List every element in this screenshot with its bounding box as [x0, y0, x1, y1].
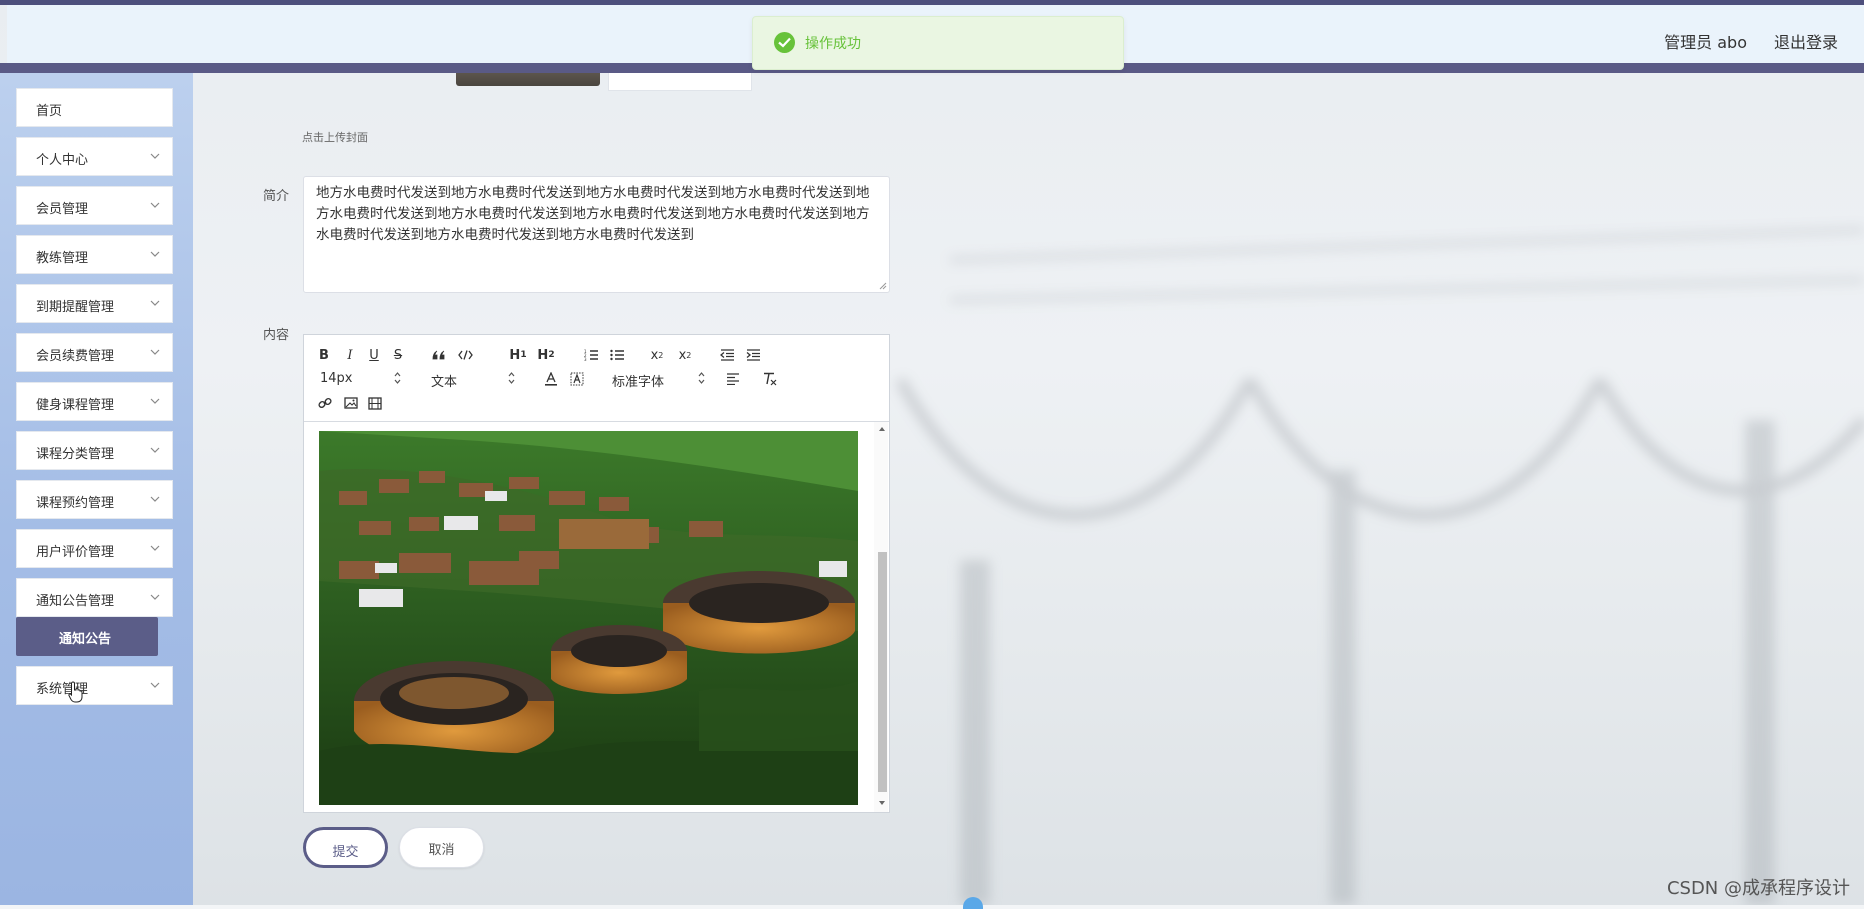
- sidebar-item-label: 个人中心: [36, 153, 89, 168]
- sidebar-subitem-label: 通知公告: [59, 632, 112, 647]
- chevron-down-icon: [150, 447, 160, 453]
- scroll-up-arrow-icon[interactable]: [878, 426, 886, 432]
- tulou-landscape-image: [319, 431, 858, 805]
- scroll-down-arrow-icon[interactable]: [878, 800, 886, 806]
- chevron-down-icon: [150, 545, 160, 551]
- code-block-icon[interactable]: [456, 347, 474, 363]
- superscript-icon[interactable]: x2: [676, 347, 694, 363]
- font-size-value: 14px: [320, 371, 353, 386]
- outdent-icon[interactable]: [718, 347, 736, 363]
- sidebar-item-label: 课程预约管理: [36, 496, 115, 511]
- sidebar-item-label: 首页: [36, 104, 63, 119]
- underline-icon[interactable]: U: [366, 347, 382, 363]
- sidebar-item-label: 会员续费管理: [36, 349, 115, 364]
- submit-button-label: 提交: [332, 845, 359, 860]
- sidebar-item-notices[interactable]: 通知公告管理: [16, 578, 173, 617]
- sidebar-item-renewals[interactable]: 会员续费管理: [16, 333, 173, 372]
- sidebar-item-course-categories[interactable]: 课程分类管理: [16, 431, 173, 470]
- bullet-list-icon[interactable]: [608, 347, 626, 363]
- bold-icon[interactable]: B: [316, 347, 332, 363]
- toast-message: 操作成功: [805, 36, 861, 52]
- sidebar-item-expiry-reminders[interactable]: 到期提醒管理: [16, 284, 173, 323]
- align-icon[interactable]: [724, 371, 742, 387]
- sidebar-item-label: 到期提醒管理: [36, 300, 115, 315]
- chevron-down-icon: [150, 300, 160, 306]
- background-color-icon[interactable]: [568, 371, 586, 387]
- success-toast: 操作成功: [752, 16, 1124, 70]
- fence-background-art: [895, 228, 1864, 905]
- cancel-button-label: 取消: [428, 843, 455, 858]
- editor-content-area[interactable]: [304, 422, 889, 812]
- editor-scrollbar-thumb[interactable]: [878, 552, 887, 792]
- sidebar-subitem-notice[interactable]: 通知公告: [16, 617, 158, 656]
- sidebar-item-label: 教练管理: [36, 251, 89, 266]
- sidebar-item-bookings[interactable]: 课程预约管理: [16, 480, 173, 519]
- chevron-down-icon: [150, 251, 160, 257]
- sidebar-item-profile[interactable]: 个人中心: [16, 137, 173, 176]
- summary-text: 地方水电费时代发送到地方水电费时代发送到地方水电费时代发送到地方水电费时代发送到…: [316, 185, 870, 243]
- italic-icon[interactable]: I: [342, 347, 358, 363]
- user-label: 管理员 abo: [1664, 33, 1747, 52]
- text-color-icon[interactable]: [542, 371, 560, 387]
- h1-icon[interactable]: H1: [508, 347, 528, 363]
- chevron-down-icon: [150, 153, 160, 159]
- resize-grip-icon[interactable]: [879, 282, 887, 290]
- header-picker-value: 文本: [431, 375, 458, 390]
- chevron-down-icon: [150, 496, 160, 502]
- sidebar-item-coaches[interactable]: 教练管理: [16, 235, 173, 274]
- cancel-button[interactable]: 取消: [399, 827, 484, 868]
- chevron-down-icon: [150, 202, 160, 208]
- sidebar-item-reviews[interactable]: 用户评价管理: [16, 529, 173, 568]
- summary-textarea[interactable]: 地方水电费时代发送到地方水电费时代发送到地方水电费时代发送到地方水电费时代发送到…: [303, 176, 890, 293]
- ordered-list-icon[interactable]: 123: [582, 347, 600, 363]
- hand-cursor-icon: [68, 681, 83, 703]
- background-scenery: [0, 0, 1864, 905]
- sidebar-item-label: 课程分类管理: [36, 447, 115, 462]
- cover-image-preview[interactable]: [456, 73, 600, 86]
- sidebar-item-system[interactable]: 系统管理: [16, 666, 173, 705]
- strike-icon[interactable]: S: [390, 347, 406, 363]
- svg-text:3: 3: [584, 357, 587, 361]
- up-down-arrow-icon: [394, 372, 401, 384]
- subscript-icon[interactable]: x2: [648, 347, 666, 363]
- sidebar-item-label: 健身课程管理: [36, 398, 115, 413]
- indent-icon[interactable]: [744, 347, 762, 363]
- logout-button[interactable]: 退出登录: [1774, 29, 1838, 53]
- chevron-down-icon: [150, 349, 160, 355]
- sidebar-item-members[interactable]: 会员管理: [16, 186, 173, 225]
- link-icon[interactable]: [316, 395, 334, 411]
- chevron-down-icon: [150, 398, 160, 404]
- sidebar-item-label: 会员管理: [36, 202, 89, 217]
- watermark-text: CSDN @成承程序设计: [1666, 878, 1850, 899]
- landscape-illustration: [319, 431, 858, 805]
- sidebar-item-label: 通知公告管理: [36, 594, 115, 609]
- chevron-down-icon: [150, 682, 160, 688]
- header-picker[interactable]: 文本: [431, 371, 515, 390]
- sidebar-item-label: 用户评价管理: [36, 545, 115, 560]
- cover-upload-box[interactable]: [608, 73, 752, 91]
- up-down-arrow-icon: [508, 372, 515, 384]
- sidebar-item-home[interactable]: 首页: [16, 88, 173, 127]
- chevron-down-icon: [150, 594, 160, 600]
- sidebar-item-courses[interactable]: 健身课程管理: [16, 382, 173, 421]
- font-family-picker[interactable]: 标准字体: [612, 371, 705, 390]
- font-family-value: 标准字体: [612, 375, 665, 390]
- content-label: 内容: [263, 328, 290, 343]
- video-icon[interactable]: [366, 395, 384, 411]
- upload-cover-hint: 点击上传封面: [302, 131, 368, 144]
- font-size-picker[interactable]: 14px: [320, 371, 401, 386]
- rich-text-editor: B I U S H1 H2 123 x2 x2 14px 文本 标准字体: [303, 334, 890, 813]
- clean-format-icon[interactable]: [760, 371, 778, 387]
- up-down-arrow-icon: [698, 372, 705, 384]
- summary-label: 简介: [263, 189, 290, 204]
- editor-toolbar: B I U S H1 H2 123 x2 x2 14px 文本 标准字体: [304, 335, 889, 422]
- image-icon[interactable]: [342, 395, 360, 411]
- h2-icon[interactable]: H2: [536, 347, 556, 363]
- blockquote-icon[interactable]: [430, 347, 446, 363]
- check-circle-icon: [774, 32, 795, 53]
- submit-button[interactable]: 提交: [303, 827, 388, 868]
